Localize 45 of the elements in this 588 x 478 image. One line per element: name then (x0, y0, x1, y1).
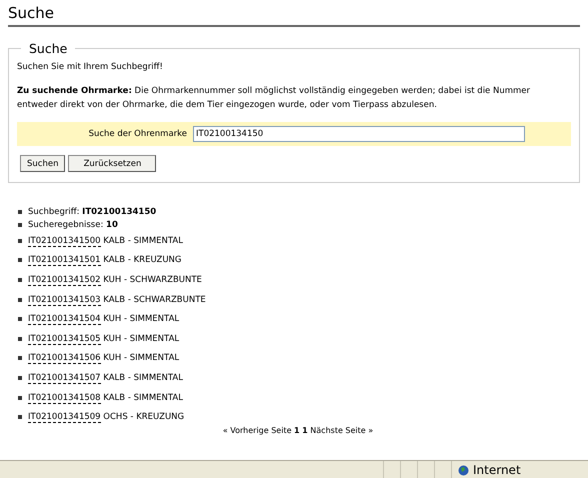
ear-tag-link[interactable]: IT021001341502 (28, 274, 101, 286)
ear-tag-link[interactable]: IT021001341508 (28, 392, 101, 404)
search-button[interactable]: Suchen (20, 155, 66, 172)
result-text: IT021001341508 KALB - SIMMENTAL (28, 392, 183, 403)
field-label: Suche der Ohrenmarke (88, 129, 188, 139)
bullet-icon (18, 222, 22, 226)
result-text: IT021001341506 KUH - SIMMENTAL (28, 353, 180, 364)
bullet-icon (18, 258, 22, 262)
zone-text: Internet (473, 463, 521, 477)
result-text: IT021001341500 KALB - SIMMENTAL (28, 236, 183, 246)
page-title: Suche (8, 3, 54, 22)
bullet-icon (18, 298, 22, 302)
bullet-icon (18, 336, 22, 341)
ear-tag-link[interactable]: IT021001341507 (28, 372, 101, 384)
result-text: IT021001341501 KALB - KREUZUNG (28, 255, 182, 266)
result-text: IT021001341502 KUH - SCHWARZBUNTE (28, 274, 202, 285)
ear-tag-link[interactable]: IT021001341504 (28, 314, 101, 326)
ear-tag-link[interactable]: IT021001341509 (28, 412, 101, 424)
pager-text: « Vorherige Seite 1 1 Nächste Seite » (222, 426, 374, 435)
bullet-icon (18, 415, 22, 420)
ear-tag-field[interactable]: IT02100134150 (193, 126, 525, 142)
bullet-icon (18, 356, 22, 360)
bullet-icon (18, 396, 22, 400)
bullet-icon (18, 238, 22, 243)
summary-text: Suchbegriff: IT02100134150 (28, 206, 156, 216)
result-text: IT021001341507 KALB - SIMMENTAL (28, 372, 183, 383)
result-text: IT021001341503 KALB - SCHWARZBUNTE (28, 294, 206, 305)
result-text: IT021001341505 KUH - SIMMENTAL (28, 334, 180, 344)
bullet-icon (18, 278, 22, 282)
intro-text: Suchen Sie mit Ihrem Suchbegriff! (17, 61, 164, 74)
reset-button[interactable]: Zurücksetzen (68, 155, 156, 172)
ear-tag-link[interactable]: IT021001341500 (28, 236, 101, 247)
ear-tag-link[interactable]: IT021001341506 (28, 353, 101, 364)
bullet-icon (18, 317, 22, 322)
ear-tag-link[interactable]: IT021001341503 (28, 294, 101, 306)
bullet-icon (18, 376, 22, 380)
result-text: IT021001341509 OCHS - KREUZUNG (28, 412, 184, 422)
result-text: IT021001341504 KUH - SIMMENTAL (28, 314, 180, 324)
bullet-icon (18, 210, 22, 214)
globe-icon (458, 464, 469, 476)
ear-tag-link[interactable]: IT021001341505 (28, 334, 101, 345)
ear-tag-link[interactable]: IT021001341501 (28, 255, 101, 266)
hint-text: Zu suchende Ohrmarke: Die Ohrmarkennummer soll möglichst vollständig eingegeben werden; dabei ist die Nummer entweder direkt von der Ohrmarke, die dem Tier eingezogen wurde, oder vom Tierpass abzulesen. (17, 85, 532, 112)
panel-legend: Suche (21, 41, 76, 56)
summary-text: Sucheregebnisse: 10 (28, 220, 118, 230)
